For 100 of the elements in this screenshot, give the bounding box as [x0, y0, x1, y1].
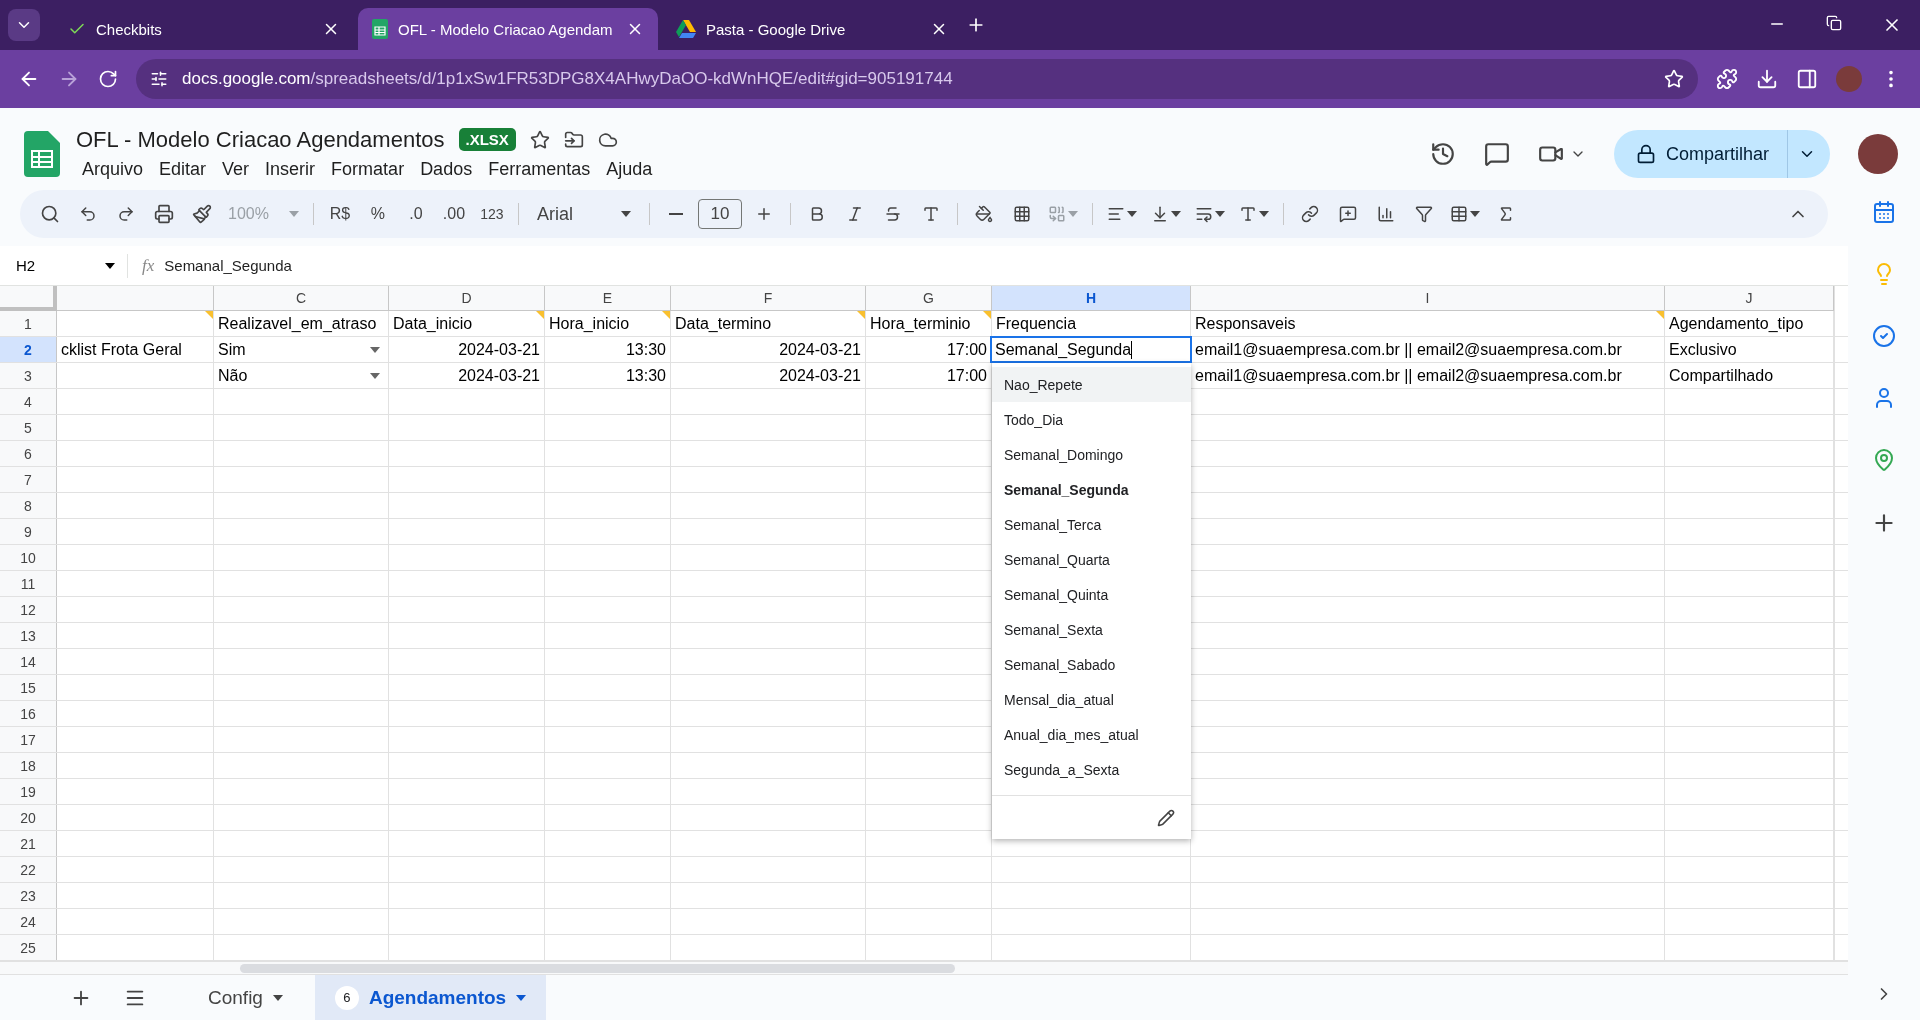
row-header[interactable]: 8 [0, 493, 57, 518]
row-header[interactable]: 5 [0, 415, 57, 440]
row-header[interactable]: 1 [0, 311, 57, 336]
row-header[interactable]: 14 [0, 649, 57, 674]
menu-item[interactable]: Ajuda [600, 156, 659, 182]
column-header[interactable]: J [1665, 286, 1834, 311]
table-cell-text: Hora_terminio [870, 314, 972, 333]
tab-search-button[interactable] [8, 9, 40, 41]
browser-tab[interactable]: OFL - Modelo Criacao Agendam [358, 8, 658, 50]
row-header[interactable]: 7 [0, 467, 57, 492]
row-header[interactable]: 21 [0, 831, 57, 856]
sheet-tab[interactable]: Config [188, 975, 303, 1020]
search-icon [40, 204, 60, 224]
row-header[interactable]: 22 [0, 857, 57, 882]
dropdown-option[interactable]: Segunda_a_Sexta [992, 752, 1191, 787]
menu-item[interactable]: Dados [414, 156, 479, 182]
dropdown-chip[interactable]: Não [218, 366, 384, 385]
restore-icon[interactable] [1826, 15, 1842, 31]
column-header[interactable]: F [671, 286, 866, 311]
row-header[interactable]: 20 [0, 805, 57, 830]
table-cell-text: Realizavel_em_atraso [218, 314, 378, 333]
map-pin-icon[interactable] [1872, 448, 1896, 472]
history-icon[interactable] [1429, 141, 1456, 167]
comment-icon[interactable] [1483, 141, 1510, 167]
table-cell-text: 17:00 [945, 366, 987, 385]
number-format-button[interactable]: 123 [475, 198, 508, 230]
row-header[interactable]: 6 [0, 441, 57, 466]
formula-field[interactable]: Semanal_Segunda [164, 257, 292, 274]
menu-item[interactable]: Arquivo [76, 156, 150, 182]
decrease-decimal-button[interactable]: .0 [399, 198, 432, 230]
name-box[interactable]: H2 [0, 253, 128, 278]
dropdown-option[interactable]: Anual_dia_mes_atual [992, 717, 1191, 752]
pencil-icon[interactable] [1157, 808, 1175, 827]
dropdown-option[interactable]: Semanal_Sabado [992, 647, 1191, 682]
dropdown-option[interactable]: Semanal_Domingo [992, 437, 1191, 472]
row-header[interactable]: 23 [0, 883, 57, 908]
menu-item[interactable]: Inserir [259, 156, 322, 182]
column-header[interactable]: D [389, 286, 545, 311]
star-icon[interactable] [529, 129, 550, 150]
star-icon[interactable] [1664, 69, 1684, 89]
currency-button[interactable]: R$ [323, 198, 356, 230]
side-panel-icon[interactable] [1796, 68, 1818, 90]
row-header[interactable]: 13 [0, 623, 57, 648]
column-header[interactable]: C [214, 286, 389, 311]
share-button[interactable]: Compartilhar [1613, 130, 1830, 178]
row-header[interactable]: 2 [0, 337, 57, 362]
minus-icon [668, 213, 683, 215]
site-settings-icon[interactable] [150, 70, 168, 88]
spreadsheet-logo[interactable] [24, 131, 60, 177]
increase-decimal-button[interactable]: .00 [437, 198, 470, 230]
menu-item[interactable]: Formatar [325, 156, 411, 182]
browser-tab[interactable]: Checkbits [54, 8, 354, 50]
row-header[interactable]: 19 [0, 779, 57, 804]
percent-button[interactable]: % [361, 198, 394, 230]
row-header[interactable]: 3 [0, 363, 57, 388]
document-title[interactable]: OFL - Modelo Criacao Agendamentos [76, 126, 445, 153]
add-comment-icon [1338, 205, 1357, 223]
row-header[interactable]: 17 [0, 727, 57, 752]
menu-item[interactable]: Ferramentas [482, 156, 597, 182]
triangle-logo-icon [676, 20, 696, 38]
column-header[interactable]: H [992, 286, 1191, 311]
row-header[interactable]: 16 [0, 701, 57, 726]
dropdown-option[interactable]: Semanal_Quarta [992, 542, 1191, 577]
dropdown-option[interactable]: Semanal_Terca [992, 507, 1191, 542]
dropdown-option[interactable]: Todo_Dia [992, 402, 1191, 437]
calendar-icon[interactable] [1872, 200, 1896, 224]
dropdown-option[interactable]: Semanal_Segunda [992, 472, 1191, 507]
row-header[interactable]: 18 [0, 753, 57, 778]
browser-tab[interactable]: Pasta - Google Drive [662, 8, 962, 50]
column-header[interactable]: E [545, 286, 671, 311]
download-icon[interactable] [1756, 68, 1778, 90]
reload-icon[interactable] [98, 69, 118, 89]
row-header[interactable]: 4 [0, 389, 57, 414]
profile-avatar[interactable] [1858, 134, 1898, 174]
cell-editor[interactable]: Semanal_Segunda [990, 336, 1192, 363]
row-header[interactable]: 15 [0, 675, 57, 700]
row-header[interactable]: 25 [0, 935, 57, 960]
font-select[interactable]: Arial [528, 203, 639, 225]
dropdown-chip[interactable]: Sim [218, 340, 384, 359]
row-header[interactable]: 12 [0, 597, 57, 622]
column-header[interactable]: I [1191, 286, 1665, 311]
row-header[interactable]: 9 [0, 519, 57, 544]
menu-item[interactable]: Editar [153, 156, 213, 182]
font-size-field[interactable]: 10 [697, 199, 742, 229]
check-circle-icon[interactable] [1872, 324, 1896, 348]
link-icon [1300, 205, 1319, 223]
move-folder-icon[interactable] [563, 129, 584, 150]
extension-icon[interactable] [1716, 68, 1738, 90]
dropdown-option[interactable]: Semanal_Quinta [992, 577, 1191, 612]
row-header[interactable]: 10 [0, 545, 57, 570]
scrollbar-thumb[interactable] [240, 963, 955, 973]
dropdown-option[interactable]: Nao_Repete [992, 367, 1191, 402]
address-field[interactable]: docs.google.com/spreadsheets/d/1p1xSw1FR53DPG8X4AHwyDaOO-kdWnHQE/edit#gid=905191744 [136, 59, 1698, 99]
sheet-tab[interactable]: 6 Agendamentos [314, 975, 547, 1020]
dropdown-option[interactable]: Mensal_dia_atual [992, 682, 1191, 717]
dropdown-option[interactable]: Semanal_Sexta [992, 612, 1191, 647]
row-header[interactable]: 11 [0, 571, 57, 596]
column-header[interactable]: G [866, 286, 992, 311]
menu-item[interactable]: Ver [216, 156, 256, 182]
row-header[interactable]: 24 [0, 909, 57, 934]
